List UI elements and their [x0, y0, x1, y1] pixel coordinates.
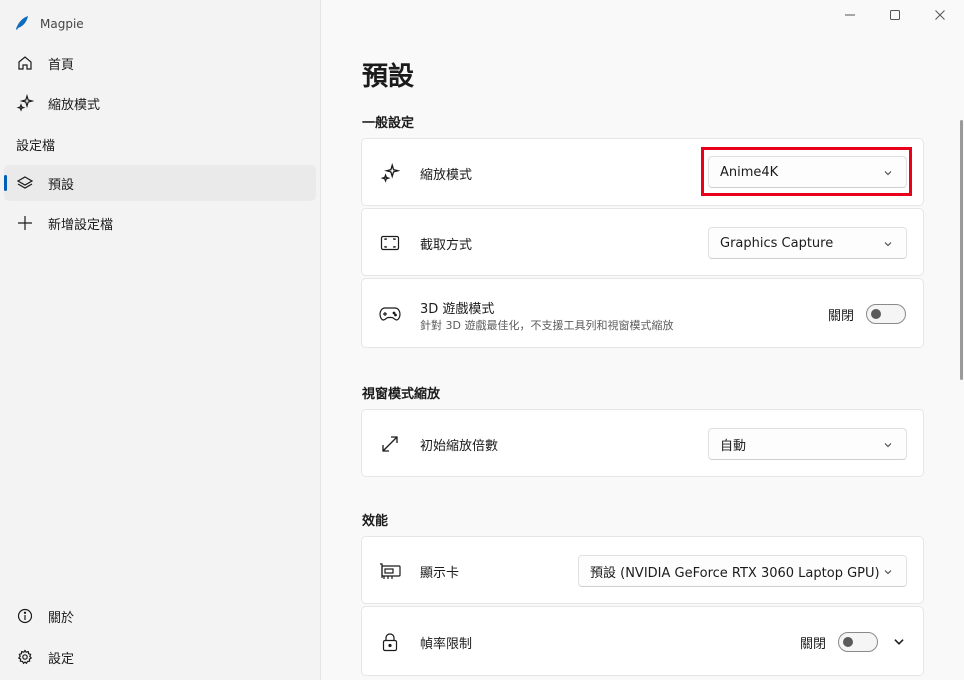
frame-limit-toggle[interactable]: 關閉: [800, 632, 879, 652]
magpie-logo-icon: [14, 15, 30, 34]
nav-item-settings[interactable]: 設定: [4, 639, 316, 675]
nav-item-home[interactable]: 首頁: [4, 45, 316, 81]
initial-scale-dropdown[interactable]: 自動: [708, 428, 907, 460]
close-button[interactable]: [930, 6, 950, 24]
nav-item-label: 首頁: [48, 57, 75, 73]
setting-card-3d-game-mode: 3D 遊戲模式 針對 3D 遊戲最佳化，不支援工具列和視窗模式縮放 關閉: [361, 278, 924, 348]
app-title-bar: Magpie: [14, 14, 84, 34]
scaling-mode-dropdown[interactable]: Anime4K: [708, 156, 907, 188]
dropdown-value: 預設 (NVIDIA GeForce RTX 3060 Laptop GPU): [590, 565, 880, 581]
capture-method-dropdown[interactable]: Graphics Capture: [708, 227, 907, 259]
vertical-scrollbar[interactable]: [960, 120, 963, 380]
lock-icon: [379, 631, 401, 653]
chevron-down-icon[interactable]: [892, 635, 906, 649]
layers-icon: [16, 174, 34, 192]
resize-arrows-icon: [379, 433, 401, 455]
profiles-section-header: 設定檔: [16, 139, 56, 154]
setting-description: 針對 3D 遊戲最佳化，不支援工具列和視窗模式縮放: [420, 319, 674, 332]
chevron-down-icon: [884, 171, 892, 176]
dropdown-value: Graphics Capture: [720, 235, 834, 251]
gear-icon: [16, 648, 34, 666]
setting-label: 縮放模式: [420, 168, 473, 183]
page-title: 預設: [362, 62, 415, 92]
home-icon: [16, 54, 34, 72]
gamepad-icon: [379, 303, 401, 325]
group-title-general: 一般設定: [362, 116, 415, 131]
setting-label: 幀率限制: [420, 637, 473, 652]
dropdown-value: Anime4K: [720, 164, 779, 180]
toggle-switch[interactable]: [838, 632, 879, 652]
nav-item-label: 預設: [48, 177, 75, 193]
setting-label: 3D 遊戲模式: [420, 302, 495, 317]
chevron-down-icon: [884, 570, 892, 575]
chevron-down-icon: [884, 443, 892, 448]
setting-label: 顯示卡: [420, 566, 460, 581]
toggle-state-label: 關閉: [800, 636, 827, 652]
nav-item-scaling-modes[interactable]: 縮放模式: [4, 85, 316, 121]
graphics-card-icon: [379, 560, 401, 582]
nav-item-about[interactable]: 關於: [4, 598, 316, 634]
setting-card-capture-method: 截取方式 Graphics Capture: [361, 208, 924, 276]
nav-item-label: 關於: [48, 610, 75, 626]
group-title-performance: 效能: [362, 514, 389, 529]
nav-item-label: 縮放模式: [48, 97, 101, 113]
setting-card-scaling-mode: 縮放模式 Anime4K: [361, 138, 924, 206]
maximize-button[interactable]: [885, 6, 905, 24]
setting-card-gpu: 顯示卡 預設 (NVIDIA GeForce RTX 3060 Laptop G…: [361, 536, 924, 604]
chevron-down-icon: [884, 242, 892, 247]
nav-item-label: 設定: [48, 651, 75, 667]
app-title: Magpie: [40, 17, 84, 31]
navigation-pane: Magpie 首頁 縮放模式 設定檔 預設 新增設定檔 關於 設定: [0, 0, 321, 680]
nav-item-default-profile[interactable]: 預設: [4, 165, 316, 201]
info-icon: [16, 607, 34, 625]
group-title-windowed-scaling: 視窗模式縮放: [362, 387, 441, 402]
nav-item-add-profile[interactable]: 新增設定檔: [4, 205, 316, 241]
setting-label: 截取方式: [420, 238, 473, 253]
setting-card-frame-limit[interactable]: 幀率限制 關閉: [361, 606, 924, 676]
dropdown-value: 自動: [720, 438, 747, 454]
setting-label: 初始縮放倍數: [420, 439, 499, 454]
sparkle-icon: [16, 94, 34, 112]
plus-icon: [16, 214, 34, 232]
setting-card-initial-scale: 初始縮放倍數 自動: [361, 409, 924, 477]
toggle-state-label: 關閉: [828, 308, 855, 324]
minimize-button[interactable]: [840, 6, 860, 24]
toggle-switch[interactable]: [866, 304, 907, 324]
game-mode-toggle[interactable]: 關閉: [828, 304, 907, 324]
nav-item-label: 新增設定檔: [48, 217, 114, 233]
content-area: 預設 一般設定 縮放模式 Anime4K 截取方式 Graphics Captu…: [321, 0, 964, 680]
sparkle-icon: [379, 162, 401, 184]
gpu-dropdown[interactable]: 預設 (NVIDIA GeForce RTX 3060 Laptop GPU): [578, 555, 907, 587]
capture-frame-icon: [379, 232, 401, 254]
